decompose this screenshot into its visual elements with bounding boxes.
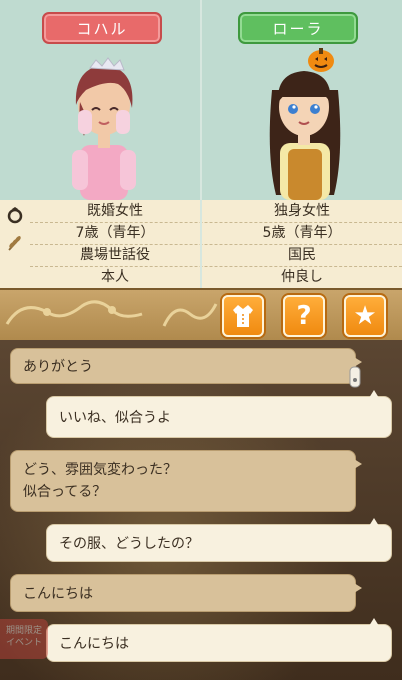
info-right-value: 仲良し xyxy=(281,269,323,285)
conversation-log[interactable]: ありがとう いいね、似合うよ どう、雰囲気変わった？ 似合ってる？ その服、どう… xyxy=(0,340,402,680)
outfit-tab-button[interactable] xyxy=(222,295,264,337)
column-divider xyxy=(200,0,202,288)
help-tab-button[interactable]: ? xyxy=(283,295,325,337)
chat-text: こんにちは xyxy=(59,636,129,652)
scroll-ornament-mid xyxy=(162,303,218,327)
chat-text-line: 似合ってる？ xyxy=(23,484,107,500)
star-icon: ★ xyxy=(353,301,377,331)
limited-event-badge[interactable]: 期間限定 イベント xyxy=(0,619,48,659)
info-row-occupation: 農場世話役 国民 xyxy=(30,244,402,267)
chat-text: その服、どうしたの？ xyxy=(59,536,199,552)
chat-bubble-kohal: ありがとう xyxy=(10,348,362,384)
scroll-ornament-left xyxy=(5,300,143,325)
shirt-icon xyxy=(233,305,253,327)
kohal-avatar xyxy=(72,57,136,200)
action-tab-bar: ? ★ xyxy=(0,288,402,342)
info-right-value: 独身女性 xyxy=(274,203,330,219)
badge-line: 期間限定 xyxy=(5,626,42,636)
info-row-age: 7歳（青年） 5歳（青年） xyxy=(30,222,402,245)
scroll-handle-icon[interactable] xyxy=(349,366,361,388)
chat-bubble-player: その服、どうしたの？ xyxy=(46,518,392,562)
chat-text: ありがとう xyxy=(23,359,93,375)
right-character-name: ローラ xyxy=(272,19,324,38)
info-row-relationship: 本人 仲良し xyxy=(30,266,402,288)
chat-text-line: どう、雰囲気変わった？ xyxy=(23,462,177,478)
ring-icon xyxy=(7,207,23,224)
chat-bubble-player: こんにちは xyxy=(46,618,392,662)
chat-text: いいね、似合うよ xyxy=(59,410,171,426)
right-character-name-tag: ローラ xyxy=(238,12,358,44)
laura-avatar xyxy=(269,48,341,200)
chat-text: こんにちは xyxy=(23,586,93,602)
info-left-value: 農場世話役 xyxy=(80,247,150,263)
info-left-value: 既婚女性 xyxy=(87,203,143,219)
question-icon: ? xyxy=(296,301,312,331)
chat-bubble-kohal: こんにちは xyxy=(10,574,362,612)
info-left-value: 本人 xyxy=(101,269,129,285)
left-character-name-tag: コハル xyxy=(42,12,162,44)
chat-bubble-player: いいね、似合うよ xyxy=(46,390,392,438)
wheat-icon xyxy=(8,236,21,251)
info-right-value: 国民 xyxy=(288,247,316,263)
left-character-name: コハル xyxy=(76,19,128,38)
favorite-tab-button[interactable]: ★ xyxy=(344,295,386,337)
badge-line: イベント xyxy=(5,638,42,648)
info-row-marital: 既婚女性 独身女性 xyxy=(30,200,402,223)
info-right-value: 5歳（青年） xyxy=(262,225,342,241)
chat-bubble-kohal: どう、雰囲気変わった？ 似合ってる？ xyxy=(10,450,362,512)
info-left-value: 7歳（青年） xyxy=(75,225,155,241)
